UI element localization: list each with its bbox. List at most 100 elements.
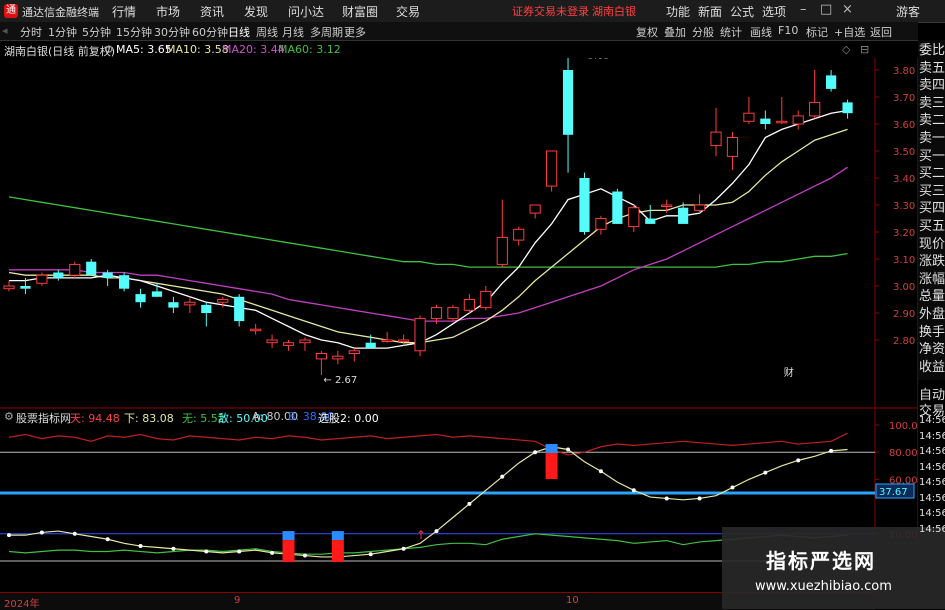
stock-name-tab[interactable]: 湖南白银 [592, 3, 636, 19]
toolbar-handle-icon: ◂ [2, 24, 8, 37]
quote-field-label: 外盘 [919, 307, 945, 322]
price-tick-label: 2.80 [893, 336, 915, 347]
trade-side-item: 14:56 [919, 523, 945, 535]
quote-field-label: 买二 [919, 166, 945, 182]
quote-field-label: 现价 [919, 236, 945, 252]
quote-field-label: 收益 [919, 359, 945, 375]
candle-body [217, 299, 229, 303]
candle-body [266, 339, 278, 344]
ma60-value: MA60: 3.12 [278, 43, 341, 56]
indicator-dot [566, 447, 571, 452]
menu-new-page[interactable]: 新面 [698, 3, 722, 20]
tab-60min[interactable]: 60分钟 [192, 24, 228, 40]
buy-arrow-icon: ↑ [416, 528, 426, 542]
tab-1min[interactable]: 1分钟 [48, 24, 77, 40]
menu-trade[interactable]: 交易 [396, 3, 420, 20]
minimize-icon[interactable]: – [800, 2, 807, 17]
price-tick-label: 2.90 [893, 309, 915, 320]
candle-body [710, 131, 722, 147]
price-tick-label: 3.00 [893, 282, 915, 293]
indicator-dot [39, 530, 44, 535]
indicator-header: ⚙ 股票指标网 天: 94.48 下: 83.08 无: 5.52 敌: 50.… [0, 409, 880, 425]
tab-15min[interactable]: 15分钟 [116, 24, 152, 40]
ma10-line [8, 128, 848, 344]
tab-monthly[interactable]: 月线 [282, 24, 304, 40]
ma-info-line: 湖南白银(日线 前复权) ⚙ MA5: 3.65 MA10: 3.58 MA20… [0, 41, 880, 58]
quote-side-panel: 委比 卖五 卖四 卖三 卖二 卖一 买一 买二 买三 买四 买五 现价 涨跌 涨幅 总量 外盘 换手 净资 收益 [918, 40, 945, 380]
f10-button[interactable]: F10 [778, 24, 798, 37]
tab-timeshare[interactable]: 分时 [20, 24, 42, 40]
maximize-icon[interactable]: □ [820, 2, 832, 17]
stats-button[interactable]: 统计 [720, 24, 742, 40]
menu-discover[interactable]: 发现 [244, 3, 268, 20]
menu-market[interactable]: 市场 [156, 3, 180, 20]
quote-field-label: 总量 [919, 289, 945, 305]
indicator-dot [105, 537, 110, 542]
stock-title: 湖南白银(日线 前复权) [4, 45, 116, 58]
trade-side-item: 14:56 [919, 477, 945, 488]
indicator-gear-icon[interactable]: ⚙ [4, 410, 14, 423]
kline-chart[interactable]: ↑ 3.80 3.70 3.60 3.50 3.40 3.30 3.20 3.10 3.00 2.… [0, 58, 918, 592]
axis-month-10: 10 [566, 595, 579, 606]
axis-year: 2024年 [4, 599, 40, 610]
draw-line-button[interactable]: 画线 [750, 24, 772, 40]
close-icon[interactable]: × [842, 2, 853, 17]
adjust-button[interactable]: 复权 [636, 24, 658, 40]
tab-multi-period[interactable]: 多周期 [310, 24, 343, 40]
menu-wealth[interactable]: 财富圈 [342, 3, 378, 20]
signal-top-block [282, 531, 295, 541]
candle-body [36, 274, 48, 284]
indicator-dot [72, 531, 77, 536]
price-tick-label: 3.50 [893, 147, 915, 158]
indicator-name: 股票指标网 [16, 412, 71, 425]
price-tick-label: 3.70 [893, 93, 915, 104]
back-button[interactable]: 返回 [870, 24, 892, 40]
candle-body [332, 355, 344, 360]
candle-body [628, 207, 640, 228]
ma10-value: MA10: 3.58 [166, 43, 229, 56]
candle-body [545, 150, 558, 187]
overlay-button[interactable]: 叠加 [664, 24, 686, 40]
candle-body [661, 204, 673, 207]
quote-field-label: 买五 [919, 219, 945, 234]
menu-function[interactable]: 功能 [666, 3, 690, 20]
indicator-dot [730, 485, 735, 490]
menu-formula[interactable]: 公式 [730, 3, 754, 20]
tab-30min[interactable]: 30分钟 [154, 24, 190, 40]
candle-body [678, 207, 689, 224]
collapse-icon[interactable]: ⊟ [860, 43, 869, 56]
indicator-dot [829, 448, 834, 453]
tab-weekly[interactable]: 周线 [256, 24, 278, 40]
settings-gear-icon[interactable]: ⚙ [104, 43, 114, 56]
tab-daily[interactable]: 日线 [228, 24, 250, 40]
guest-user[interactable]: 游客 [896, 3, 920, 20]
menu-quotes[interactable]: 行情 [112, 3, 136, 20]
mark-button[interactable]: 标记 [806, 24, 828, 40]
sub-tick-label: 80.00 [889, 448, 918, 459]
candle-body [809, 101, 821, 117]
candle-body [398, 339, 410, 342]
menu-options[interactable]: 选项 [762, 3, 786, 20]
trade-login-warning[interactable]: 证券交易未登录 [512, 3, 589, 19]
quote-field-label: 买四 [919, 201, 945, 217]
tab-5min[interactable]: 5分钟 [82, 24, 111, 40]
candle-body [184, 301, 196, 306]
indicator-down: 下: 83.08 [124, 412, 174, 425]
candle-body [612, 191, 623, 224]
indicator-dot [500, 474, 505, 479]
candle-body [86, 261, 97, 276]
candle-body [776, 120, 788, 124]
menu-news[interactable]: 资讯 [200, 3, 224, 20]
split-button[interactable]: 分般 [692, 24, 714, 40]
candle-body [69, 263, 81, 276]
indicator-dot [631, 488, 636, 493]
diamond-icon[interactable]: ◇ [842, 43, 850, 56]
indicator-dot [796, 458, 801, 463]
ma5-line [9, 109, 848, 349]
menu-ask[interactable]: 问小达 [288, 3, 324, 20]
add-watchlist-button[interactable]: +自选 [834, 24, 865, 40]
tab-more[interactable]: 更多 [344, 24, 366, 40]
trade-side-item: 14:56 [919, 415, 945, 426]
candle-body [595, 218, 607, 230]
candle-body [201, 304, 212, 313]
